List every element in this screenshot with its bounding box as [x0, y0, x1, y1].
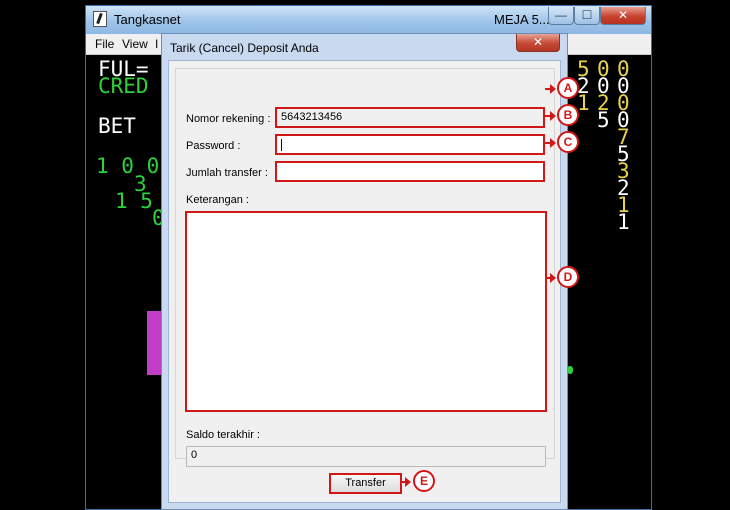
- left-number-1: 1 0 0: [96, 154, 160, 178]
- payout-col3-row10: 1: [617, 210, 630, 234]
- account-number-label: Nomor rekening :: [186, 113, 271, 125]
- purple-bar: [147, 311, 161, 375]
- dialog-close-button[interactable]: ✕: [516, 34, 560, 52]
- callout-c: C: [557, 131, 579, 153]
- callout-a: A: [557, 77, 579, 99]
- callout-arrow-d: [545, 273, 556, 283]
- main-titlebar[interactable]: Tangkasnet MEJA 5... — ☐ ✕: [86, 6, 651, 34]
- withdraw-dialog: Tarik (Cancel) Deposit Anda ✕ Nomor reke…: [161, 33, 568, 510]
- transfer-amount-label: Jumlah transfer :: [186, 167, 268, 179]
- payout-col2-row4: 5: [597, 108, 610, 132]
- transfer-button[interactable]: Transfer: [329, 473, 402, 494]
- bet-label: BET: [98, 114, 136, 138]
- dialog-title: Tarik (Cancel) Deposit Anda: [170, 41, 319, 55]
- menu-view[interactable]: View: [122, 37, 148, 51]
- note-textarea[interactable]: [185, 211, 547, 412]
- main-window-title: Tangkasnet: [114, 12, 181, 27]
- table-title: MEJA 5...: [494, 12, 550, 27]
- callout-e: E: [413, 470, 435, 492]
- maximize-button[interactable]: ☐: [574, 7, 600, 25]
- minimize-button[interactable]: —: [548, 7, 574, 25]
- callout-arrow-a: [545, 84, 556, 94]
- app-feather-icon: [93, 11, 107, 27]
- note-label: Keterangan :: [186, 194, 249, 206]
- menu-more[interactable]: I: [155, 37, 158, 51]
- password-label: Password :: [186, 140, 241, 152]
- menu-file[interactable]: File: [95, 37, 114, 51]
- callout-d: D: [557, 266, 579, 288]
- balance-field: 0: [186, 446, 546, 467]
- dialog-body: Nomor rekening : 5643213456 Password : J…: [168, 60, 561, 503]
- credit-label: CRED: [98, 74, 149, 98]
- close-window-button[interactable]: ✕: [600, 7, 646, 25]
- callout-arrow-c: [545, 138, 556, 148]
- callout-arrow-b: [545, 111, 556, 121]
- password-field[interactable]: [275, 134, 545, 155]
- account-number-field[interactable]: 5643213456: [275, 107, 545, 128]
- callout-b: B: [557, 104, 579, 126]
- transfer-amount-field[interactable]: [275, 161, 545, 182]
- text-caret: [281, 139, 282, 151]
- callout-arrow-e: [400, 477, 411, 487]
- payout-col1-row3: 1: [577, 91, 590, 115]
- balance-label: Saldo terakhir :: [186, 429, 260, 441]
